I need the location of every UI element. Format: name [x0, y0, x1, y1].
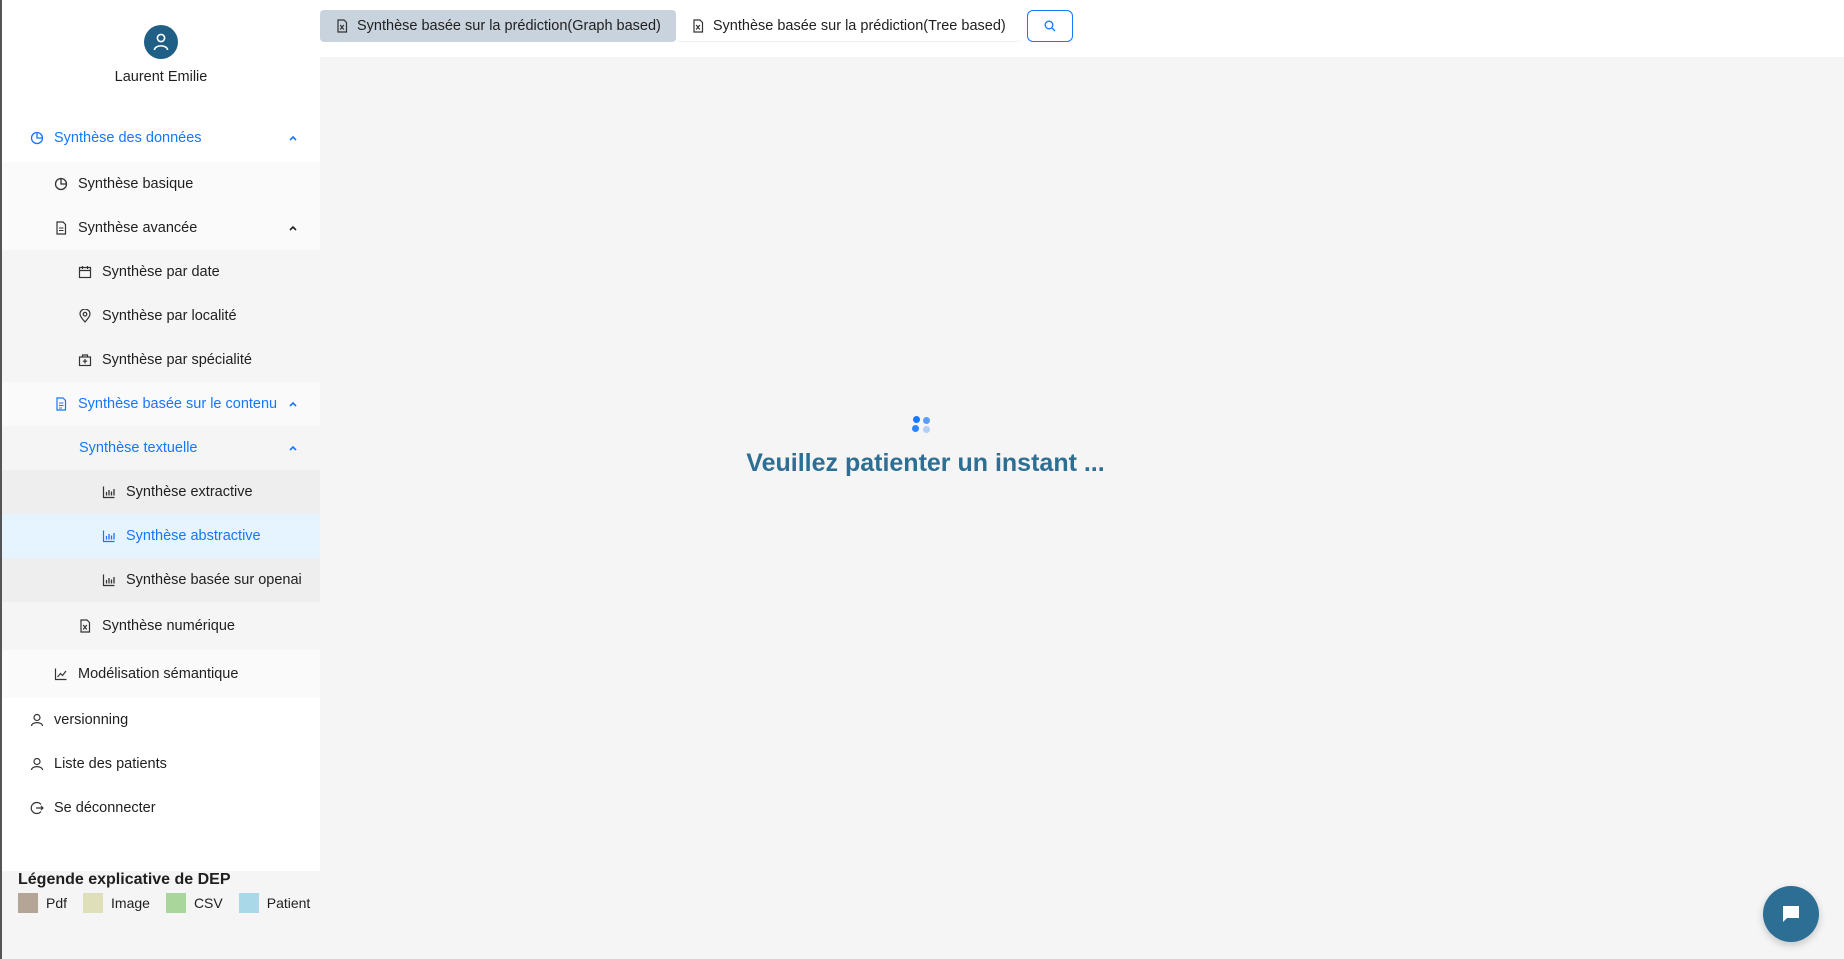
legend-label: CSV [193, 895, 223, 911]
bar-chart-icon [102, 485, 116, 499]
legend-label: Patient [266, 895, 311, 911]
menu-modelisation[interactable]: Modélisation sémantique [2, 650, 320, 698]
chevron-up-icon [289, 401, 297, 407]
legend-swatch [83, 893, 104, 913]
chat-button[interactable] [1763, 886, 1819, 942]
legend-items: Pdf Image CSV Patient [18, 893, 322, 913]
file-excel-icon [78, 619, 92, 633]
dep-legend: Légende explicative de DEP Pdf Image CSV… [2, 871, 322, 959]
menu-label: Synthèse par spécialité [102, 352, 252, 368]
user-icon [30, 713, 44, 727]
tab-label: Synthèse basée sur la prédiction(Graph b… [357, 18, 661, 34]
loading-message: Veuillez patienter un instant ... [746, 449, 1105, 477]
menu-deconnecter[interactable]: Se déconnecter [2, 786, 320, 830]
menu-synthese-specialite[interactable]: Synthèse par spécialité [2, 338, 320, 382]
menu-synthese-avancee[interactable]: Synthèse avancée [2, 206, 320, 250]
tabs: Synthèse basée sur la prédiction(Graph b… [320, 10, 1073, 42]
menu-label: Modélisation sémantique [78, 666, 239, 682]
menu-label: Se déconnecter [54, 800, 156, 816]
menu-label: Synthèse basée sur le contenu [78, 396, 278, 412]
legend-label: Pdf [46, 895, 68, 911]
sidebar: Laurent Emilie Synthèse des données Synt… [0, 0, 322, 959]
menu-label: Synthèse textuelle [79, 440, 198, 456]
logout-icon [30, 801, 44, 815]
menu-liste-patients[interactable]: Liste des patients [2, 742, 320, 786]
chevron-up-icon [289, 225, 297, 231]
legend-label: Image [111, 895, 150, 911]
menu-synthese-openai[interactable]: Synthèse basée sur openai [2, 558, 320, 602]
top-tab-bar: Synthèse basée sur la prédiction(Graph b… [320, 0, 1844, 57]
user-icon [30, 757, 44, 771]
legend-item-patient: Patient [238, 893, 311, 913]
legend-item-image: Image [83, 893, 150, 913]
menu-synthese-textuelle[interactable]: Synthèse textuelle [2, 426, 320, 470]
menu-synthese-basique[interactable]: Synthèse basique [2, 162, 320, 206]
menu-synthese-contenu[interactable]: Synthèse basée sur le contenu [2, 382, 320, 426]
bar-chart-icon [102, 573, 116, 587]
tab-label: Synthèse basée sur la prédiction(Tree ba… [712, 17, 1006, 34]
menu-label: Synthèse des données [54, 130, 202, 146]
menu-synthese-donnees[interactable]: Synthèse des données [2, 114, 320, 162]
pie-chart-icon [30, 131, 44, 145]
legend-title: Légende explicative de DEP [18, 871, 231, 888]
legend-swatch [238, 893, 259, 913]
menu-synthese-abstractive[interactable]: Synthèse abstractive [2, 514, 320, 558]
menu-synthese-date[interactable]: Synthèse par date [2, 250, 320, 294]
chevron-up-icon [289, 135, 297, 141]
legend-item-pdf: Pdf [18, 893, 67, 913]
menu-label: Synthèse par localité [102, 308, 237, 324]
main-content: Veuillez patienter un instant ... [320, 57, 1844, 959]
bar-chart-icon [102, 529, 116, 543]
menu-label: Liste des patients [54, 756, 167, 772]
line-chart-icon [54, 667, 68, 681]
menu-versionning[interactable]: versionning [2, 698, 320, 742]
menu-label: Synthèse basique [78, 176, 194, 192]
pie-chart-icon [54, 177, 68, 191]
file-excel-icon [693, 18, 703, 33]
user-avatar[interactable] [144, 25, 178, 59]
loading-spinner [911, 415, 933, 437]
menu-label: Synthèse abstractive [126, 528, 261, 544]
location-pin-icon [78, 309, 92, 323]
user-icon [153, 33, 169, 51]
legend-item-csv: CSV [165, 893, 223, 913]
menu-label: Synthèse basée sur openai [126, 572, 302, 588]
menu-synthese-numerique[interactable]: Synthèse numérique [2, 602, 320, 650]
chevron-up-icon [289, 445, 297, 451]
menu-label: Synthèse numérique [102, 618, 235, 634]
search-button[interactable] [1026, 10, 1073, 42]
file-text-icon [54, 397, 68, 411]
file-icon [54, 221, 68, 235]
legend-swatch [18, 893, 38, 913]
chat-bubble-icon [1783, 906, 1799, 922]
medicine-box-icon [78, 353, 92, 367]
menu-label: Synthèse par date [102, 264, 220, 280]
sidebar-menu: Synthèse des données Synthèse basique Sy… [2, 114, 320, 830]
menu-label: versionning [54, 712, 129, 728]
tab-graph-based[interactable]: Synthèse basée sur la prédiction(Graph b… [320, 10, 676, 42]
menu-synthese-extractive[interactable]: Synthèse extractive [2, 470, 320, 514]
user-profile: Laurent Emilie [2, 0, 320, 114]
menu-synthese-localite[interactable]: Synthèse par localité [2, 294, 320, 338]
menu-label: Synthèse avancée [78, 220, 198, 236]
menu-label: Synthèse extractive [126, 484, 253, 500]
file-excel-icon [337, 19, 348, 33]
user-name: Laurent Emilie [114, 69, 208, 85]
legend-swatch [165, 893, 186, 913]
calendar-icon [78, 265, 92, 279]
search-icon [1044, 20, 1056, 32]
tab-tree-based[interactable]: Synthèse basée sur la prédiction(Tree ba… [675, 10, 1021, 42]
